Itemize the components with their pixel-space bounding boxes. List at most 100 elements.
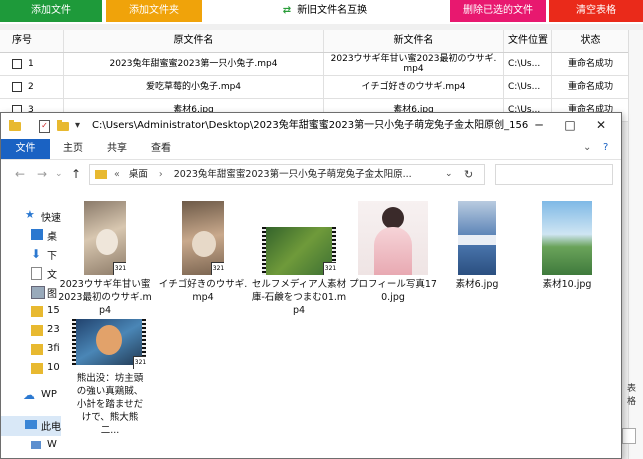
nav-item-folder[interactable]: 3fi bbox=[47, 343, 60, 354]
nav-item-documents[interactable]: 文 bbox=[47, 266, 57, 281]
add-file-button[interactable]: 添加文件 bbox=[0, 0, 102, 22]
quick-access-icon: ★ bbox=[25, 208, 35, 221]
breadcrumb-separator: › bbox=[158, 169, 163, 180]
nav-item-drive[interactable]: W bbox=[47, 439, 57, 450]
mountain-snow bbox=[458, 235, 496, 245]
side-dropdown[interactable] bbox=[622, 428, 636, 444]
col-new-name[interactable]: 新文件名 bbox=[324, 30, 504, 52]
row-number-cell: 1 bbox=[0, 53, 64, 75]
folder-icon bbox=[31, 306, 43, 317]
breadcrumb-root[interactable]: 桌面 bbox=[129, 169, 148, 180]
file-item[interactable]: 321 イチゴ好きのウサギ.mp4 bbox=[155, 201, 251, 304]
portrait-hair bbox=[382, 207, 404, 229]
tab-file[interactable]: 文件 bbox=[1, 139, 50, 159]
new-name-line: mp4 bbox=[403, 64, 424, 74]
video-thumbnail: 321 bbox=[262, 201, 336, 275]
customize-toolbar-icon[interactable]: ▾ bbox=[75, 120, 80, 131]
file-item[interactable]: プロフィール写真170.jpg bbox=[345, 201, 441, 304]
file-name: 熊出没：坊主頭の強い真鶏賊、小計を踏ませだけで、熊大熊二... bbox=[76, 373, 144, 436]
nav-item-pictures[interactable]: 图 bbox=[47, 285, 57, 300]
new-folder-icon[interactable] bbox=[57, 120, 69, 131]
table-row[interactable]: 1 2023兔年甜蜜蜜2023第一只小兔子.mp4 2023ウサギ年甘い蜜202… bbox=[0, 53, 629, 76]
chevron-down-icon[interactable]: ⌄ bbox=[583, 142, 591, 153]
row-number: 1 bbox=[28, 59, 34, 69]
file-item[interactable]: 素材10.jpg bbox=[519, 201, 615, 291]
original-name-cell: 爱吃草莓的小兔子.mp4 bbox=[64, 76, 324, 98]
desktop-icon bbox=[31, 229, 43, 240]
new-name-line: 2023ウサギ年甘い蜜2023最初のウサギ. bbox=[330, 54, 497, 64]
tab-share[interactable]: 共享 bbox=[97, 139, 137, 159]
video-badge-icon: 321 bbox=[113, 262, 126, 275]
nav-item-desktop[interactable]: 桌 bbox=[47, 228, 57, 243]
nav-item-this-pc[interactable]: 此电 bbox=[41, 418, 61, 433]
film-strip bbox=[262, 227, 266, 275]
row-number-cell: 2 bbox=[0, 76, 64, 98]
video-badge-icon: 321 bbox=[133, 356, 146, 369]
breadcrumb-folder[interactable]: 2023兔年甜蜜蜜2023第一只小兔子萌宠兔子金太阳原... bbox=[174, 169, 412, 180]
recent-chevron-icon[interactable]: ⌄ bbox=[55, 169, 63, 179]
col-status[interactable]: 状态 bbox=[552, 30, 629, 52]
folder-icon bbox=[31, 325, 43, 336]
row-checkbox[interactable] bbox=[12, 58, 22, 69]
nav-item-wps[interactable]: WP bbox=[41, 389, 57, 400]
file-name: 2023ウサギ年甘い蜜2023最初のウサギ.mp4 bbox=[58, 279, 152, 316]
delete-selected-button[interactable]: 删除已选的文件 bbox=[450, 0, 546, 22]
maximize-button[interactable]: □ bbox=[555, 113, 585, 139]
title-bar[interactable]: ✓ ▾ C:\Users\Administrator\Desktop\2023兔… bbox=[1, 113, 621, 139]
rabbit-shape bbox=[96, 229, 118, 255]
file-item[interactable]: 321 熊出没：坊主頭の強い真鶏賊、小計を踏ませだけで、熊大熊二... bbox=[61, 319, 157, 437]
folder-icon bbox=[95, 170, 107, 179]
close-button[interactable]: ✕ bbox=[586, 113, 616, 139]
new-name-cell: 2023ウサギ年甘い蜜2023最初のウサギ. mp4 bbox=[324, 53, 504, 75]
video-thumbnail: 321 bbox=[182, 201, 224, 275]
address-dropdown-icon[interactable]: ⌄ bbox=[445, 165, 453, 184]
window-title: C:\Users\Administrator\Desktop\2023兔年甜蜜蜜… bbox=[92, 120, 529, 131]
col-number[interactable]: 序号 bbox=[0, 30, 64, 52]
file-item[interactable]: 素材6.jpg bbox=[429, 201, 525, 291]
video-thumbnail: 321 bbox=[84, 201, 126, 275]
drive-icon bbox=[31, 441, 41, 449]
add-folder-button[interactable]: 添加文件夹 bbox=[106, 0, 202, 22]
col-original-name[interactable]: 原文件名 bbox=[64, 30, 324, 52]
forward-icon[interactable]: → bbox=[37, 167, 47, 181]
nav-item-downloads[interactable]: 下 bbox=[47, 247, 57, 262]
nav-item-folder[interactable]: 10 bbox=[47, 362, 60, 373]
file-item[interactable]: 321 2023ウサギ年甘い蜜2023最初のウサギ.mp4 bbox=[57, 201, 153, 317]
col-location[interactable]: 文件位置 bbox=[504, 30, 552, 52]
search-box[interactable] bbox=[495, 164, 613, 185]
file-name: プロフィール写真170.jpg bbox=[349, 279, 437, 303]
swap-names-button[interactable]: ⇄ 新旧文件名互换 bbox=[270, 0, 380, 22]
image-thumbnail bbox=[458, 201, 496, 275]
address-bar[interactable]: « 桌面 › 2023兔年甜蜜蜜2023第一只小兔子萌宠兔子金太阳原... ⌄ … bbox=[89, 164, 485, 185]
tab-home[interactable]: 主页 bbox=[53, 139, 93, 159]
status-cell: 重命名成功 bbox=[567, 82, 613, 92]
location-cell: C:\Us... bbox=[504, 53, 552, 75]
table-row[interactable]: 2 爱吃草莓的小兔子.mp4 イチゴ好きのウサギ.mp4 C:\Us... 重命… bbox=[0, 76, 629, 99]
help-icon[interactable]: ? bbox=[603, 142, 608, 153]
cloud-icon: ☁ bbox=[23, 388, 35, 402]
clear-table-button[interactable]: 清空表格 bbox=[549, 0, 643, 22]
tab-view[interactable]: 查看 bbox=[141, 139, 181, 159]
minimize-button[interactable]: ─ bbox=[524, 113, 554, 139]
film-strip bbox=[72, 319, 76, 365]
this-pc-icon bbox=[25, 420, 37, 429]
folder-icon bbox=[31, 344, 43, 355]
image-thumbnail bbox=[358, 201, 428, 275]
image-thumbnail bbox=[542, 201, 592, 275]
pictures-icon bbox=[31, 286, 45, 299]
back-icon[interactable]: ← bbox=[15, 167, 25, 181]
video-badge-icon: 321 bbox=[323, 262, 336, 275]
cartoon-character bbox=[96, 325, 122, 355]
video-thumbnail: 321 bbox=[72, 319, 146, 369]
breadcrumb-overflow: « bbox=[114, 169, 120, 180]
up-icon[interactable]: ↑ bbox=[71, 167, 81, 181]
nav-item-folder[interactable]: 23 bbox=[47, 324, 60, 335]
row-number: 2 bbox=[28, 82, 34, 92]
properties-icon[interactable]: ✓ bbox=[39, 120, 50, 133]
refresh-icon[interactable]: ↻ bbox=[464, 165, 473, 184]
row-checkbox[interactable] bbox=[12, 81, 22, 92]
ribbon-tabs: 文件 主页 共享 查看 ⌄ ? bbox=[1, 139, 621, 160]
file-item[interactable]: 321 セルフメディア人素材庫-石鹸をつまむ01.mp4 bbox=[251, 201, 347, 317]
portrait-dress bbox=[374, 227, 412, 275]
download-icon: ⬇ bbox=[31, 247, 42, 261]
